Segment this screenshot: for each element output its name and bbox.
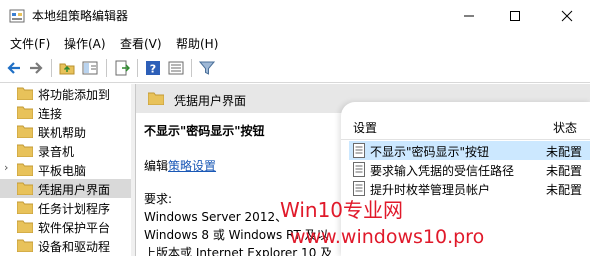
up-folder-button[interactable] [57,58,77,78]
requirements-line: Windows 8 或 Windows RT 及以 [144,228,329,242]
close-button[interactable] [544,0,590,31]
toolbar-separator [191,59,192,77]
export-list-icon [115,60,130,76]
setting-name: 提升时枚举管理员帐户 [370,183,491,197]
policy-title: 不显示"密码显示"按钮 [144,124,265,138]
back-button[interactable] [4,58,24,78]
column-header-setting[interactable]: 设置 [353,119,377,136]
details-pane: 凭据用户界面 不显示"密码显示"按钮 编辑策略设置 要求: Windows Se… [135,84,590,256]
edit-policy-line: 编辑策略设置 [144,157,216,174]
setting-state: 未配置 [546,145,583,159]
folder-icon [17,125,33,138]
chevron-right-icon[interactable]: › [4,161,8,174]
menu-bar: 文件(F) 操作(A) 查看(V) 帮助(H) [0,31,590,53]
setting-row-selected[interactable]: 不显示"密码显示"按钮 未配置 [349,141,590,160]
requirements-line: Windows Server 2012、 [144,210,288,224]
menu-help[interactable]: 帮助(H) [176,35,218,52]
show-hide-tree-button[interactable] [80,58,100,78]
toolbar: ? [0,53,590,83]
toolbar-separator [106,59,107,77]
tree-item-label: 凭据用户界面 [38,183,111,197]
help-icon: ? [146,61,160,76]
filter-button[interactable] [197,58,217,78]
settings-list: 设置 状态 不显示"密码显示"按钮 未配置 要求输入凭据的受信任路径 未配置 提… [341,102,590,256]
minimize-icon [464,15,474,16]
tree-item-label: 平板电脑 [38,164,87,178]
tree-item[interactable]: 任务计划程序 [0,198,131,217]
tree-item-label: 将功能添加到 [38,88,111,102]
tree-item-label: 录音机 [38,145,75,159]
toolbar-separator [51,59,52,77]
tree-item-label: 任务计划程序 [38,202,111,216]
requirements-line: 上版本或 Internet Explorer 10 及 [144,246,333,256]
policy-setting-icon [353,181,365,196]
setting-row[interactable]: 提升时枚举管理员帐户 未配置 [349,179,590,198]
up-folder-icon [59,63,75,75]
details-header-title: 凭据用户界面 [174,94,247,108]
setting-state: 未配置 [546,164,583,178]
close-icon [561,10,573,21]
tree-item-selected[interactable]: 凭据用户界面 [0,179,131,198]
policy-setting-icon [353,162,365,177]
maximize-icon [510,10,520,21]
tree-item[interactable]: 设备和驱动程 [0,236,131,255]
title-bar: 本地组策略编辑器 [0,0,590,31]
tree-item[interactable]: 将功能添加到 [0,84,131,103]
folder-icon [17,201,33,214]
setting-name: 不显示"密码显示"按钮 [370,145,490,159]
folder-icon [17,239,33,252]
setting-row[interactable]: 要求输入凭据的受信任路径 未配置 [349,160,590,179]
folder-icon [17,182,33,195]
navigation-tree: 将功能添加到 连接 联机帮助 录音机 › 平板电脑 凭据用户界面 任务计划程序 … [0,84,131,256]
menu-action[interactable]: 操作(A) [64,35,106,52]
export-list-button[interactable] [112,58,132,78]
tree-item-label: 设备和驱动程 [38,240,111,254]
folder-icon [17,220,33,233]
menu-view[interactable]: 查看(V) [120,35,162,52]
description-panel: 不显示"密码显示"按钮 编辑策略设置 要求: Windows Server 20… [136,113,346,256]
minimize-button[interactable] [446,0,492,31]
folder-icon [17,106,33,119]
forward-button[interactable] [26,58,46,78]
tree-item[interactable]: 录音机 [0,141,131,160]
tree-item[interactable]: 联机帮助 [0,122,131,141]
requirements-label: 要求: [144,192,173,206]
edit-policy-link[interactable]: 策略设置 [168,159,216,173]
setting-state: 未配置 [546,183,583,197]
edit-prefix: 编辑 [144,159,169,173]
details-view-icon [168,61,184,75]
column-divider [341,139,590,140]
folder-icon [17,163,33,176]
details-view-button[interactable] [166,58,186,78]
back-arrow-icon [7,62,20,74]
tree-item[interactable]: › 平板电脑 [0,160,131,179]
forward-arrow-icon [30,62,43,74]
tree-item-label: 软件保护平台 [38,221,111,235]
help-button[interactable]: ? [143,58,163,78]
folder-icon [148,92,164,105]
menu-file[interactable]: 文件(F) [10,35,50,52]
tree-item[interactable]: 软件保护平台 [0,217,131,236]
policy-setting-icon [353,143,365,158]
maximize-button[interactable] [492,0,538,31]
tree-item[interactable]: 连接 [0,103,131,122]
tree-item-label: 连接 [38,107,63,121]
column-header-state[interactable]: 状态 [553,119,577,136]
folder-icon [17,144,33,157]
tree-item-label: 联机帮助 [38,126,87,140]
show-hide-tree-icon [82,61,98,75]
window-title: 本地组策略编辑器 [32,9,129,23]
svg-text:?: ? [150,63,156,76]
group-policy-app-icon [9,9,25,23]
setting-name: 要求输入凭据的受信任路径 [370,164,515,178]
filter-icon [199,61,215,75]
folder-icon [17,87,33,100]
toolbar-separator [137,59,138,77]
